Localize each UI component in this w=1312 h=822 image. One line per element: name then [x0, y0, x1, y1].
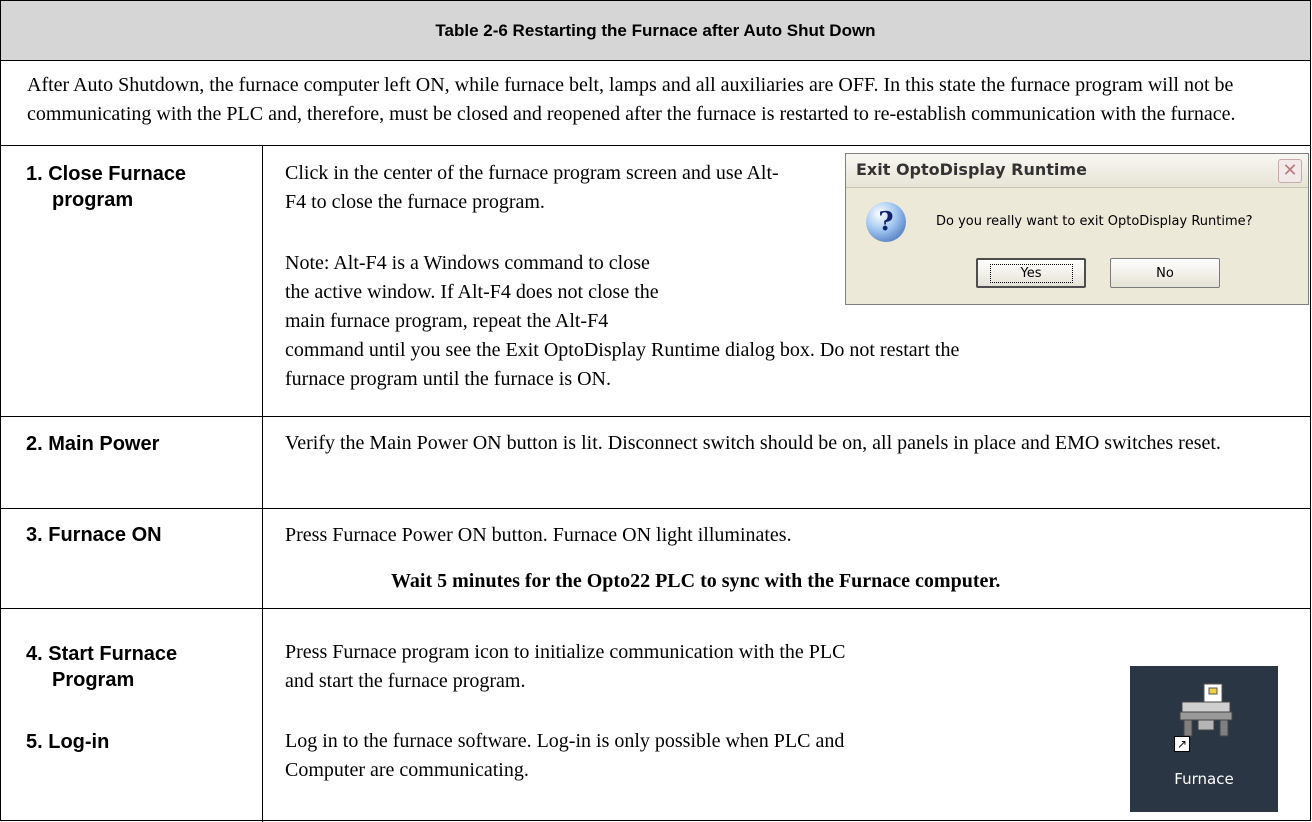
procedure-table: Table 2-6 Restarting the Furnace after A… — [0, 0, 1311, 822]
divider — [1, 608, 1310, 609]
step-3-label: 3. Furnace ON — [26, 524, 162, 546]
furnace-program-icon[interactable]: ↗ Furnace — [1130, 666, 1278, 812]
dialog-title: Exit OptoDisplay Runtime — [856, 160, 1087, 179]
step-5-text: Log in to the furnace software. Log-in i… — [285, 730, 845, 781]
intro-text: After Auto Shutdown, the furnace compute… — [27, 74, 1236, 125]
step-1-label: 1. Close Furnace program — [26, 161, 186, 213]
step-4-label-line2: Program — [52, 669, 135, 691]
furnace-icon — [1179, 683, 1233, 737]
step-2-label: 2. Main Power — [26, 433, 160, 455]
yes-button[interactable]: Yes — [976, 258, 1086, 288]
step-1-note-line: furnace program until the furnace is ON. — [285, 368, 611, 390]
divider — [1, 416, 1310, 417]
step-5-label: 5. Log-in — [26, 731, 110, 753]
step-1-label-line2: program — [52, 189, 134, 211]
step-4-label: 4. Start Furnace Program — [26, 641, 177, 693]
divider — [1, 508, 1310, 509]
column-divider — [262, 145, 263, 822]
step-1-text: Click in the center of the furnace progr… — [285, 162, 779, 213]
yes-button-label: Yes — [989, 263, 1073, 283]
furnace-icon-label: Furnace — [1174, 770, 1234, 788]
step-3-wait-text: Wait 5 minutes for the Opto22 PLC to syn… — [391, 570, 1001, 592]
divider — [1, 145, 1310, 146]
dialog-title-bar: Exit OptoDisplay Runtime ✕ — [846, 154, 1308, 188]
step-1-note-line: command until you see the Exit OptoDispl… — [285, 339, 960, 361]
step-2-text: Verify the Main Power ON button is lit. … — [285, 432, 1221, 454]
divider — [1, 60, 1310, 61]
no-button[interactable]: No — [1110, 258, 1220, 288]
step-4-label-line1: 4. Start Furnace — [26, 643, 178, 665]
close-icon[interactable]: ✕ — [1278, 159, 1302, 183]
no-button-label: No — [1156, 265, 1174, 281]
step-3-text: Press Furnace Power ON button. Furnace O… — [285, 524, 792, 546]
exit-dialog: Exit OptoDisplay Runtime ✕ ? Do you real… — [845, 153, 1309, 305]
dialog-message: Do you really want to exit OptoDisplay R… — [936, 214, 1253, 229]
question-icon: ? — [866, 202, 906, 242]
shortcut-arrow-icon: ↗ — [1174, 736, 1190, 752]
step-1-note-line: main furnace program, repeat the Alt-F4 — [285, 310, 609, 332]
table-title: Table 2-6 Restarting the Furnace after A… — [1, 1, 1310, 60]
step-1-label-line1: 1. Close Furnace — [26, 163, 187, 185]
step-4-text: Press Furnace program icon to initialize… — [285, 641, 846, 692]
